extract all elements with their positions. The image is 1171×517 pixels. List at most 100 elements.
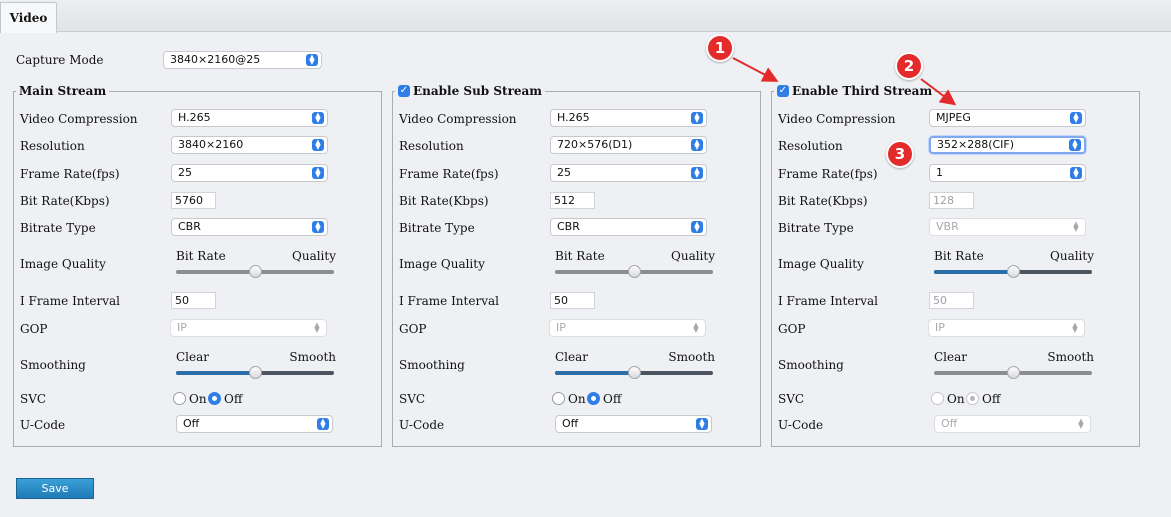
svc-off-label: Off (603, 392, 622, 406)
svc-label: SVC (399, 392, 426, 406)
gop-label: GOP (778, 322, 806, 336)
svc-on-radio (931, 392, 944, 405)
smooth-caption: Smooth (289, 350, 336, 364)
slider-fill (934, 270, 1013, 274)
stream-title: Main Stream (16, 84, 110, 98)
enable-stream-checkbox[interactable]: ✓ (398, 85, 410, 97)
chevron-updown-icon: ▲ ▼ (1070, 167, 1082, 179)
iframe-interval-label: I Frame Interval (399, 294, 499, 308)
slider-handle[interactable] (628, 366, 641, 379)
slider-handle[interactable] (1007, 265, 1020, 278)
video-compression-value: H.265 (557, 111, 590, 124)
ucode-select[interactable]: Off ▲ ▼ (555, 415, 712, 433)
smoothing-slider[interactable] (176, 366, 334, 379)
chevron-updown-icon: ▲ ▼ (691, 139, 703, 151)
clear-caption: Clear (934, 350, 968, 364)
bitrate-type-label: Bitrate Type (20, 221, 96, 235)
bit-rate-input[interactable]: 5760 (171, 192, 216, 209)
ucode-select[interactable]: Off ▲ ▼ (176, 415, 333, 433)
resolution-value: 352×288(CIF) (937, 138, 1015, 151)
slider-fill (555, 371, 634, 375)
slider-handle (249, 265, 262, 278)
frame-rate-select[interactable]: 1 ▲ ▼ (929, 164, 1086, 182)
frame-rate-select[interactable]: 25 ▲ ▼ (550, 164, 707, 182)
frame-rate-select[interactable]: 25 ▲ ▼ (171, 164, 328, 182)
image-quality-label: Image Quality (20, 257, 106, 271)
video-compression-label: Video Compression (399, 112, 517, 126)
image-quality-slider[interactable] (934, 265, 1092, 278)
smoothing-slider[interactable] (555, 366, 713, 379)
gop-select: IP ▲ ▼ (549, 319, 706, 337)
gop-value: IP (935, 321, 945, 334)
smooth-caption: Smooth (1047, 350, 1094, 364)
video-compression-value: H.265 (178, 111, 211, 124)
tab-video[interactable]: Video (0, 2, 57, 33)
image-quality-label: Image Quality (399, 257, 485, 271)
ucode-label: U-Code (778, 418, 824, 432)
stream-title: ✓ Enable Sub Stream (395, 84, 546, 98)
bitrate-type-select[interactable]: CBR ▲ ▼ (550, 218, 707, 236)
video-compression-select[interactable]: MJPEG ▲ ▼ (929, 109, 1086, 127)
chevron-updown-icon: ▲ ▼ (312, 139, 324, 151)
bit-rate-input[interactable]: 512 (550, 192, 595, 209)
gop-label: GOP (399, 322, 427, 336)
resolution-select[interactable]: 3840×2160 ▲ ▼ (171, 136, 328, 154)
stream-title-label: Enable Sub Stream (413, 84, 543, 98)
iframe-interval-label: I Frame Interval (20, 294, 120, 308)
resolution-label: Resolution (778, 139, 843, 153)
chevron-updown-icon: ▲ ▼ (693, 321, 699, 334)
image-quality-label: Image Quality (778, 257, 864, 271)
svc-off-radio[interactable] (587, 392, 600, 405)
chevron-updown-icon: ▲ ▼ (1069, 139, 1081, 151)
chevron-updown-icon: ▲ ▼ (306, 54, 318, 66)
chevron-updown-icon: ▲ ▼ (312, 167, 324, 179)
frame-rate-value: 25 (557, 166, 571, 179)
resolution-label: Resolution (399, 139, 464, 153)
smoothing-slider (934, 366, 1092, 379)
svc-on-radio[interactable] (173, 392, 186, 405)
gop-select: IP ▲ ▼ (170, 319, 327, 337)
clear-caption: Clear (555, 350, 589, 364)
resolution-select[interactable]: 720×576(D1) ▲ ▼ (550, 136, 707, 154)
smooth-caption: Smooth (668, 350, 715, 364)
bitrate-type-value: VBR (936, 220, 959, 233)
smoothing-label: Smoothing (778, 358, 844, 372)
iframe-interval-input[interactable]: 50 (550, 292, 595, 309)
capture-mode-select[interactable]: 3840×2160@25 ▲ ▼ (163, 51, 322, 69)
video-compression-select[interactable]: H.265 ▲ ▼ (171, 109, 328, 127)
svc-on-radio[interactable] (552, 392, 565, 405)
svc-off-label: Off (982, 392, 1001, 406)
chevron-updown-icon: ▲ ▼ (691, 221, 703, 233)
tab-bar: Video (0, 0, 1171, 33)
chevron-updown-icon: ▲ ▼ (691, 112, 703, 124)
image-quality-slider (555, 265, 713, 278)
slider-handle[interactable] (249, 366, 262, 379)
frame-rate-value: 1 (936, 166, 943, 179)
frame-rate-label: Frame Rate(fps) (778, 167, 878, 181)
slider-handle (1007, 366, 1020, 379)
bitrate-type-value: CBR (557, 220, 580, 233)
video-compression-value: MJPEG (936, 111, 971, 124)
resolution-value: 3840×2160 (178, 138, 244, 151)
frame-rate-value: 25 (178, 166, 192, 179)
gop-value: IP (177, 321, 187, 334)
chevron-updown-icon: ▲ ▼ (1073, 220, 1079, 233)
bit-rate-label: Bit Rate(Kbps) (778, 194, 868, 208)
bit-rate-label: Bit Rate(Kbps) (20, 194, 110, 208)
smoothing-label: Smoothing (399, 358, 465, 372)
save-button[interactable]: Save (16, 478, 94, 499)
ucode-value: Off (562, 417, 579, 430)
svc-off-radio[interactable] (208, 392, 221, 405)
enable-stream-checkbox[interactable]: ✓ (777, 85, 789, 97)
chevron-updown-icon: ▲ ▼ (1070, 112, 1082, 124)
resolution-select[interactable]: 352×288(CIF) ▲ ▼ (929, 136, 1086, 154)
bitrate-caption: Bit Rate (176, 249, 226, 263)
capture-mode-label: Capture Mode (16, 53, 104, 67)
stream-title-label: Enable Third Stream (792, 84, 933, 98)
chevron-updown-icon: ▲ ▼ (696, 418, 708, 430)
video-compression-select[interactable]: H.265 ▲ ▼ (550, 109, 707, 127)
frame-rate-label: Frame Rate(fps) (399, 167, 499, 181)
annotation-badge-2: 2 (895, 52, 923, 80)
iframe-interval-input[interactable]: 50 (171, 292, 216, 309)
bitrate-type-select[interactable]: CBR ▲ ▼ (171, 218, 328, 236)
